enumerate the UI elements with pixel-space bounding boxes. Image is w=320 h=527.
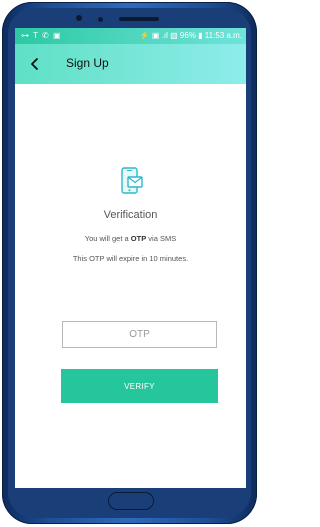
sensor-dot <box>98 17 103 22</box>
otp-info-suffix: via SMS <box>146 234 177 243</box>
verify-button[interactable]: VERIFY <box>61 369 218 403</box>
home-button[interactable] <box>108 492 154 510</box>
earpiece-speaker <box>119 17 159 21</box>
verification-title: Verification <box>103 209 158 221</box>
chevron-left-icon <box>31 58 38 70</box>
otp-expiry-line: This OTP will expire in 10 minutes. <box>72 254 189 263</box>
otp-input[interactable] <box>62 321 217 348</box>
phone-message-icon <box>121 167 143 194</box>
otp-info-prefix: You will get a <box>84 234 131 243</box>
otp-info-line: You will get a OTP via SMS <box>15 234 246 243</box>
front-camera <box>76 15 82 21</box>
status-bar: ⊶ T ✆ ▣ ⚡ ▣ .ıl ▨ 96% ▮ 11:53 a.m. <box>15 28 246 44</box>
page: ⊶ T ✆ ▣ ⚡ ▣ .ıl ▨ 96% ▮ 11:53 a.m. Sign … <box>0 0 261 527</box>
back-button[interactable] <box>23 52 47 76</box>
app-bar: Sign Up <box>15 44 246 84</box>
otp-info-bold: OTP <box>130 234 147 243</box>
app-screen: ⊶ T ✆ ▣ ⚡ ▣ .ıl ▨ 96% ▮ 11:53 a.m. Sign … <box>15 28 246 488</box>
page-title: Sign Up <box>66 56 109 70</box>
status-right-text: ⚡ ▣ .ıl ▨ 96% ▮ 11:53 a.m. <box>139 31 242 40</box>
status-left-icons: ⊶ T ✆ ▣ <box>21 31 62 40</box>
